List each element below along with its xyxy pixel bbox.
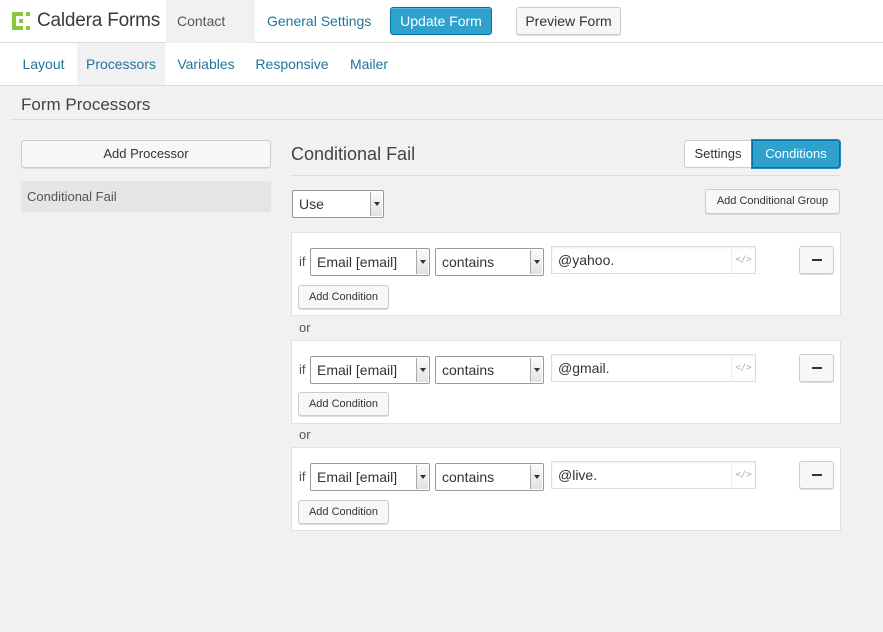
tab-mailer[interactable]: Mailer	[337, 43, 401, 85]
condition-value-input[interactable]: @live. </>	[551, 461, 756, 489]
minus-icon	[812, 367, 822, 369]
chevron-down-icon	[416, 465, 428, 489]
condition-group: if Email [email] contains @gmail. </> Ad…	[291, 340, 841, 424]
condition-group: if Email [email] contains @yahoo. </> Ad…	[291, 232, 841, 316]
section-title: Form Processors	[21, 95, 151, 114]
condition-value: @gmail.	[558, 360, 610, 376]
operator-select-value: contains	[442, 254, 495, 270]
tab-variables[interactable]: Variables	[165, 43, 247, 85]
or-label: or	[299, 320, 311, 335]
magic-tag-icon[interactable]: </>	[731, 247, 755, 273]
chevron-down-icon	[530, 358, 542, 382]
minus-icon	[812, 259, 822, 261]
tab-settings[interactable]: Settings	[684, 140, 752, 168]
add-condition-button[interactable]: Add Condition	[298, 285, 389, 309]
remove-condition-button[interactable]	[799, 246, 834, 274]
add-condition-button[interactable]: Add Condition	[298, 392, 389, 416]
condition-value-input[interactable]: @gmail. </>	[551, 354, 756, 382]
tab-processors[interactable]: Processors	[77, 43, 165, 85]
chevron-down-icon	[416, 250, 428, 274]
tab-layout[interactable]: Layout	[10, 43, 77, 85]
field-select[interactable]: Email [email]	[310, 356, 430, 384]
add-condition-button[interactable]: Add Condition	[298, 500, 389, 524]
processor-list-item[interactable]: Conditional Fail	[21, 181, 271, 212]
chevron-down-icon	[370, 192, 382, 216]
top-bar: Caldera Forms Contact Us General Setting…	[0, 0, 883, 72]
operator-select-value: contains	[442, 362, 495, 378]
operator-select[interactable]: contains	[435, 356, 544, 384]
chevron-down-icon	[530, 250, 542, 274]
divider	[291, 175, 840, 176]
operator-select[interactable]: contains	[435, 463, 544, 491]
caldera-logo[interactable]: Caldera Forms	[11, 10, 160, 32]
section-header: Form Processors	[10, 87, 883, 120]
tab-contact-us[interactable]: Contact Us	[166, 0, 255, 72]
field-select[interactable]: Email [email]	[310, 248, 430, 276]
chevron-down-icon	[416, 358, 428, 382]
condition-value: @yahoo.	[558, 252, 615, 268]
magic-tag-icon[interactable]: </>	[731, 355, 755, 381]
add-conditional-group-button[interactable]: Add Conditional Group	[705, 189, 840, 214]
condition-value: @live.	[558, 467, 598, 483]
condition-value-input[interactable]: @yahoo. </>	[551, 246, 756, 274]
preview-form-button[interactable]: Preview Form	[516, 7, 621, 35]
processor-title: Conditional Fail	[291, 144, 416, 164]
condition-group: if Email [email] contains @live. </> Add…	[291, 447, 841, 531]
field-select-value: Email [email]	[317, 254, 398, 270]
minus-icon	[812, 474, 822, 476]
if-label: if	[299, 362, 306, 377]
if-label: if	[299, 469, 306, 484]
field-select[interactable]: Email [email]	[310, 463, 430, 491]
tab-responsive[interactable]: Responsive	[247, 43, 337, 85]
or-label: or	[299, 427, 311, 442]
remove-condition-button[interactable]	[799, 461, 834, 489]
general-settings-link[interactable]: General Settings	[256, 0, 382, 43]
use-select[interactable]: Use	[292, 190, 384, 218]
if-label: if	[299, 254, 306, 269]
operator-select-value: contains	[442, 469, 495, 485]
field-select-value: Email [email]	[317, 362, 398, 378]
field-select-value: Email [email]	[317, 469, 398, 485]
remove-condition-button[interactable]	[799, 354, 834, 382]
use-select-value: Use	[299, 196, 324, 212]
caldera-logo-icon	[12, 12, 30, 30]
magic-tag-icon[interactable]: </>	[731, 462, 755, 488]
update-form-button[interactable]: Update Form	[390, 7, 492, 35]
tab-conditions[interactable]: Conditions	[752, 140, 840, 168]
brand-name: Caldera Forms	[37, 10, 161, 31]
chevron-down-icon	[530, 465, 542, 489]
sub-navigation: Layout Processors Variables Responsive M…	[0, 43, 883, 86]
operator-select[interactable]: contains	[435, 248, 544, 276]
add-processor-button[interactable]: Add Processor	[21, 140, 271, 168]
